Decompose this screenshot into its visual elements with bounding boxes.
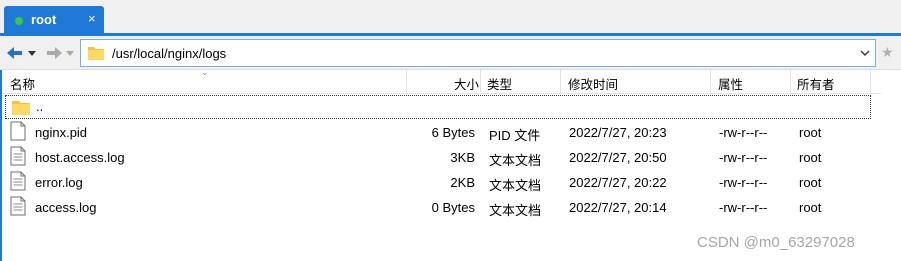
- connection-status-icon: [15, 17, 23, 25]
- file-row[interactable]: host.access.log 3KB 文本文档 2022/7/27, 20:5…: [5, 145, 871, 169]
- file-modified: 2022/7/27, 20:23: [569, 125, 667, 140]
- column-header-owner[interactable]: 所有者: [797, 74, 835, 93]
- text-file-icon: [10, 196, 26, 216]
- chevron-down-icon[interactable]: [859, 47, 871, 59]
- bookmark-star-icon[interactable]: ★: [881, 44, 894, 61]
- file-owner: root: [799, 150, 822, 165]
- column-divider[interactable]: [480, 70, 481, 94]
- file-size: 0 Bytes: [431, 200, 475, 215]
- column-divider[interactable]: [406, 70, 407, 94]
- chevron-down-icon[interactable]: [28, 51, 36, 56]
- file-type: PID 文件: [489, 128, 541, 143]
- text-file-icon: [10, 121, 26, 141]
- file-row[interactable]: error.log 2KB 文本文档 2022/7/27, 20:22 -rw-…: [5, 170, 871, 194]
- file-size: 2KB: [450, 175, 475, 190]
- file-modified: 2022/7/27, 20:22: [569, 175, 667, 190]
- watermark-text: CSDN @m0_63297028: [697, 234, 855, 251]
- text-file-icon: [10, 146, 26, 166]
- file-row[interactable]: nginx.pid 6 Bytes PID 文件 2022/7/27, 20:2…: [5, 120, 871, 144]
- file-modified: 2022/7/27, 20:14: [569, 200, 667, 215]
- column-header-name[interactable]: 名称: [10, 74, 35, 93]
- file-modified: 2022/7/27, 20:50: [569, 150, 667, 165]
- column-header-modified[interactable]: 修改时间: [568, 74, 618, 93]
- forward-arrow-icon: [47, 47, 62, 59]
- file-name: access.log: [35, 200, 97, 215]
- path-text: /usr/local/nginx/logs: [112, 46, 227, 61]
- file-attributes: -rw-r--r--: [719, 200, 768, 215]
- column-header-size[interactable]: 大小: [454, 74, 479, 93]
- file-type: 文本文档: [489, 153, 542, 168]
- file-name: error.log: [35, 175, 83, 190]
- file-attributes: -rw-r--r--: [719, 125, 768, 140]
- file-owner: root: [799, 125, 822, 140]
- parent-directory-label: ..: [36, 99, 44, 114]
- forward-button[interactable]: [45, 44, 75, 62]
- file-name: nginx.pid: [35, 125, 88, 140]
- folder-icon: [88, 47, 104, 60]
- tab-strip: root ×: [0, 0, 901, 34]
- file-size: 6 Bytes: [431, 125, 475, 140]
- column-header-attributes[interactable]: 属性: [718, 74, 743, 93]
- column-divider[interactable]: [870, 70, 871, 94]
- path-input[interactable]: /usr/local/nginx/logs: [80, 39, 876, 67]
- back-button[interactable]: [5, 44, 39, 62]
- chevron-down-icon[interactable]: [66, 51, 74, 56]
- file-size: 3KB: [450, 150, 475, 165]
- file-owner: root: [799, 200, 822, 215]
- file-attributes: -rw-r--r--: [719, 150, 768, 165]
- column-header-row: 名称 ⌄ 大小 类型 修改时间 属性 所有者: [2, 67, 882, 94]
- column-header-type[interactable]: 类型: [487, 74, 512, 93]
- folder-icon: [12, 101, 30, 115]
- file-list: 名称 ⌄ 大小 类型 修改时间 属性 所有者 .. nginx.pid 6 By…: [0, 67, 901, 261]
- file-type: 文本文档: [489, 178, 542, 193]
- sort-ascending-icon: ⌄: [201, 67, 209, 77]
- close-icon[interactable]: ×: [88, 11, 96, 27]
- column-divider[interactable]: [710, 70, 711, 94]
- file-type: 文本文档: [489, 203, 542, 218]
- parent-directory-row[interactable]: ..: [5, 95, 871, 119]
- file-name: host.access.log: [35, 150, 125, 165]
- tab-title: root: [31, 12, 57, 27]
- text-file-icon: [10, 171, 26, 191]
- back-arrow-icon: [7, 47, 22, 59]
- tab-root[interactable]: root ×: [4, 6, 104, 34]
- column-divider[interactable]: [790, 70, 791, 94]
- column-divider[interactable]: [560, 70, 561, 94]
- file-attributes: -rw-r--r--: [719, 175, 768, 190]
- address-bar: /usr/local/nginx/logs ★: [0, 36, 901, 70]
- file-owner: root: [799, 175, 822, 190]
- vertical-scrollbar[interactable]: [881, 70, 901, 261]
- file-row[interactable]: access.log 0 Bytes 文本文档 2022/7/27, 20:14…: [5, 195, 871, 219]
